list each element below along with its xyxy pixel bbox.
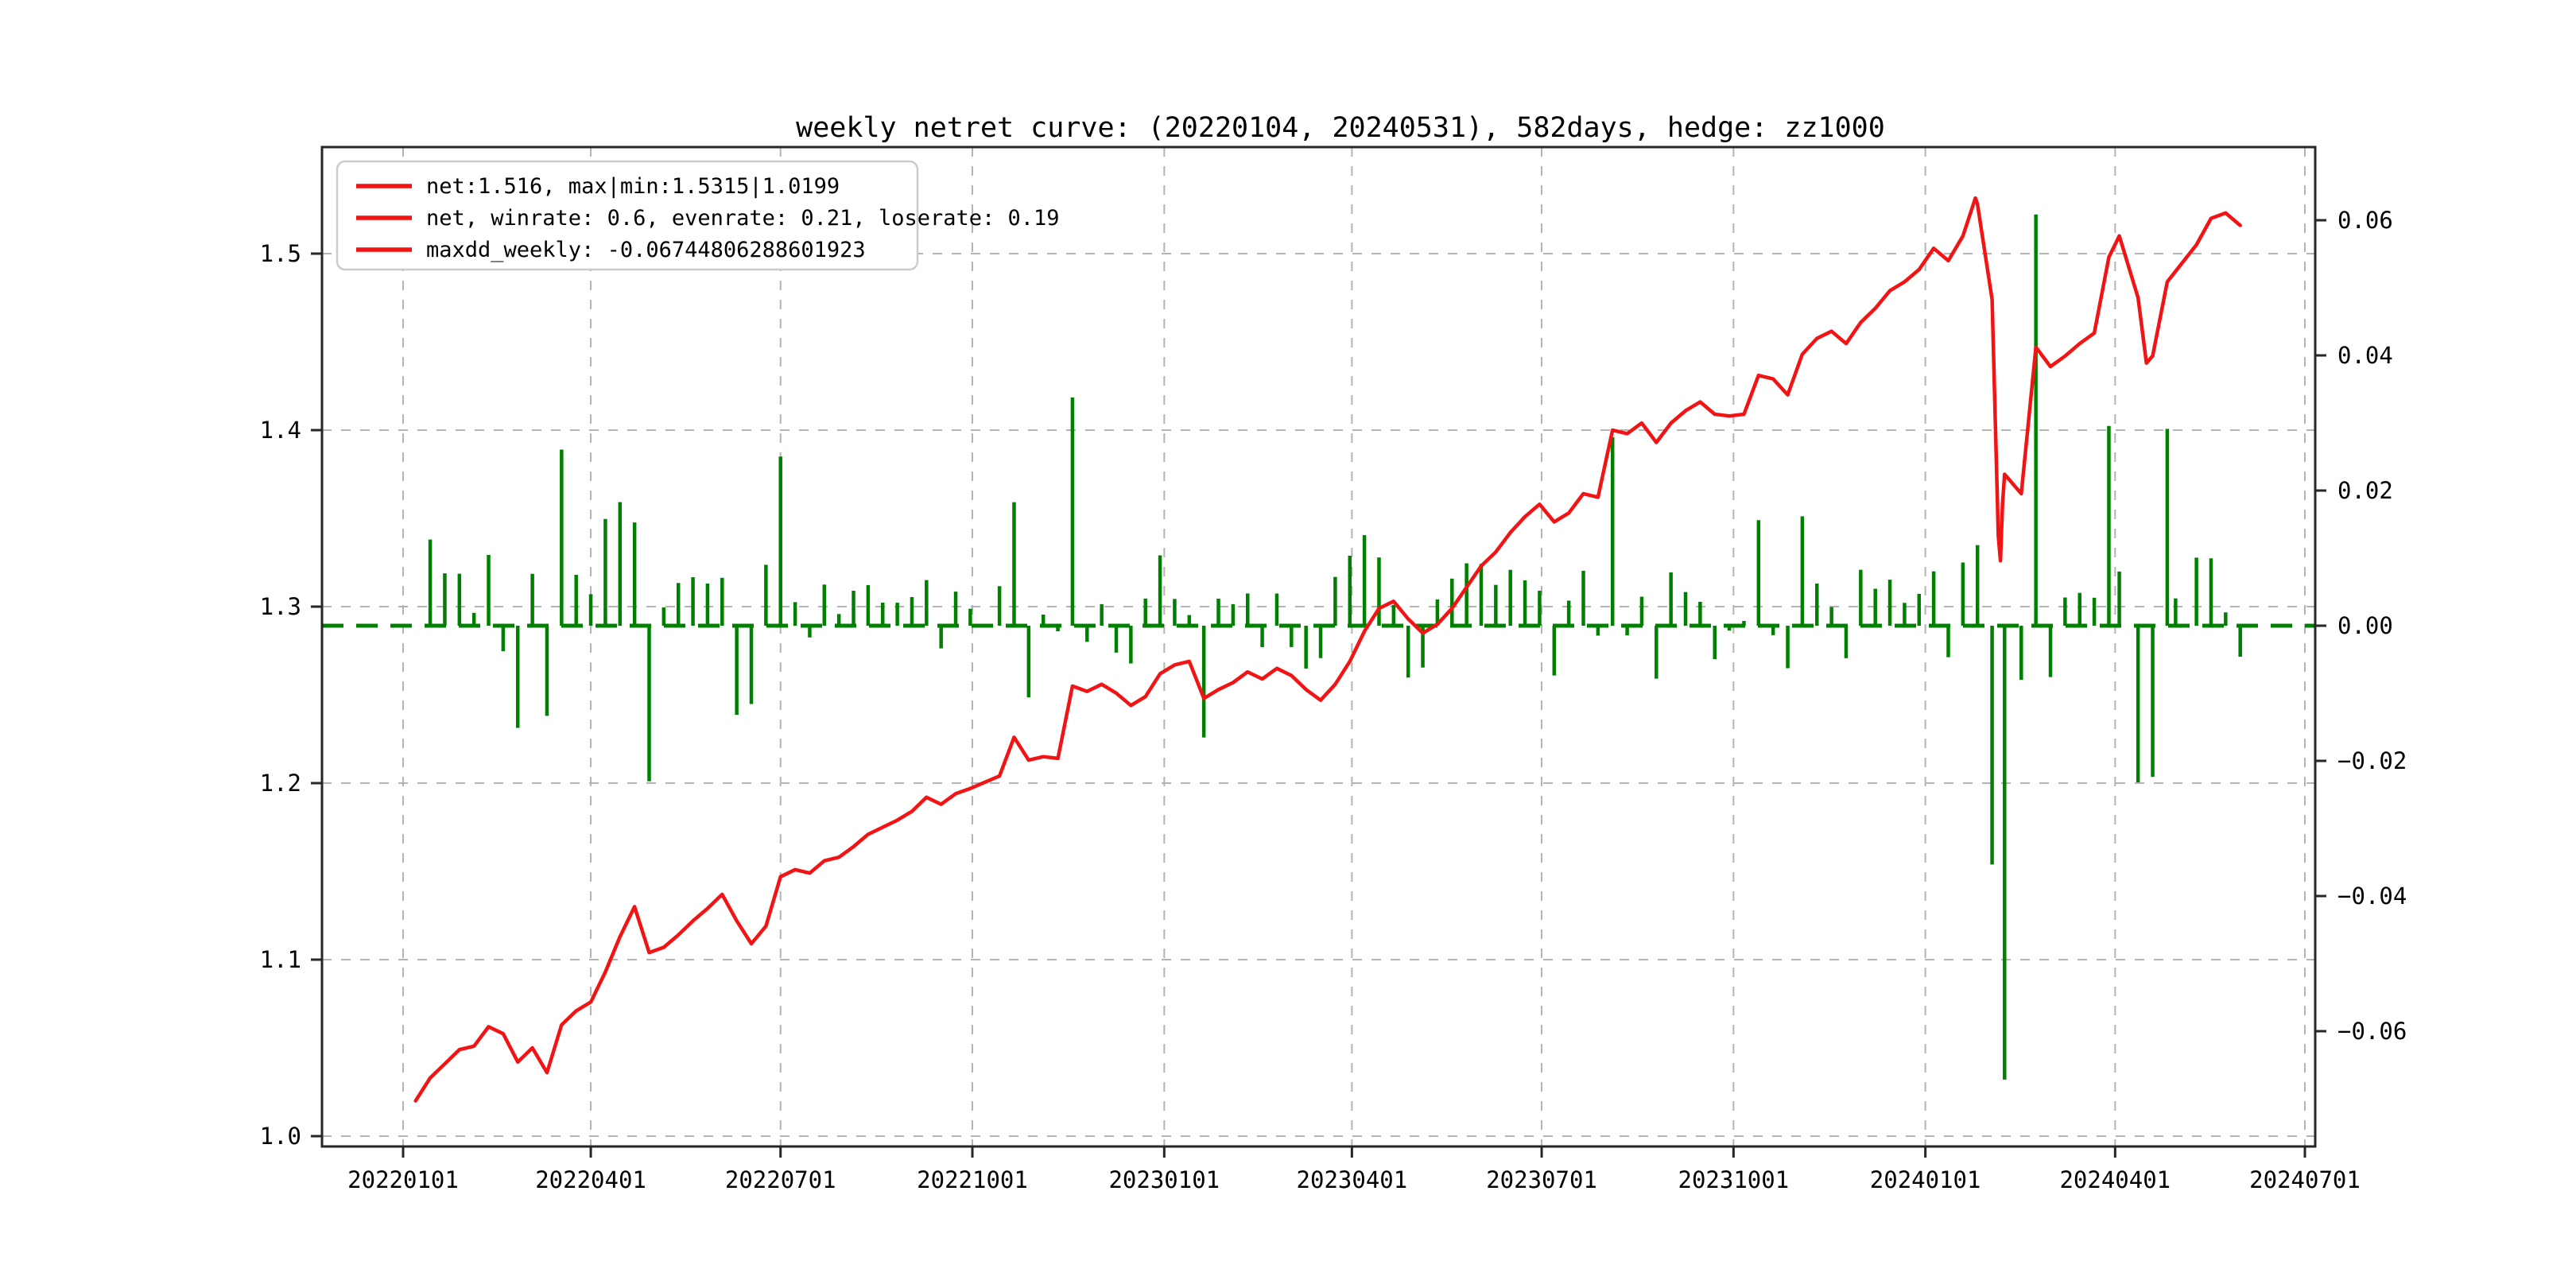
x-tick-label: 20240401 — [2059, 1166, 2171, 1193]
legend-label-net: net:1.516, max|min:1.5315|1.0199 — [426, 174, 840, 199]
right-tick-label: 0.00 — [2337, 612, 2393, 639]
right-tick-label: −0.06 — [2337, 1018, 2407, 1045]
x-tick-label: 20240101 — [1870, 1166, 1981, 1193]
chart-title: weekly netret curve: (20220104, 20240531… — [796, 112, 1885, 144]
left-tick-label: 1.4 — [260, 417, 301, 444]
left-tick-label: 1.0 — [260, 1123, 301, 1150]
x-tick-label: 20230101 — [1108, 1166, 1220, 1193]
x-tick-label: 20230401 — [1297, 1166, 1408, 1193]
right-tick-label: 0.04 — [2337, 342, 2393, 369]
net-curve-line — [413, 196, 2242, 1103]
legend: net:1.516, max|min:1.5315|1.0199 net, wi… — [336, 160, 1060, 271]
legend-label-maxdd: maxdd_weekly: -0.06744806288601923 — [426, 238, 866, 262]
x-tick-label: 20230701 — [1486, 1166, 1597, 1193]
right-tick-label: 0.02 — [2337, 477, 2393, 504]
plot-border — [320, 145, 2317, 1148]
x-tick-label: 20220701 — [725, 1166, 836, 1193]
left-tick-label: 1.1 — [260, 946, 301, 973]
x-axis-ticks: 20220101 20220401 20220701 20221001 20230101… — [347, 1146, 2361, 1193]
x-tick-label: 20231001 — [1678, 1166, 1790, 1193]
x-tick-label: 20221001 — [917, 1166, 1028, 1193]
chart-canvas: weekly netret curve: (20220104, 20240531… — [260, 112, 2407, 1193]
x-tick-label: 20220401 — [535, 1166, 646, 1193]
x-tick-label: 20220101 — [347, 1166, 459, 1193]
left-tick-label: 1.3 — [260, 593, 301, 620]
left-tick-label: 1.2 — [260, 770, 301, 797]
legend-label-winrate: net, winrate: 0.6, evenrate: 0.21, loser… — [426, 206, 1060, 231]
right-tick-label: −0.04 — [2337, 883, 2407, 910]
left-axis-ticks: 1.0 1.1 1.2 1.3 1.4 1.5 — [260, 240, 322, 1150]
right-tick-label: −0.02 — [2337, 747, 2407, 774]
weekly-return-bars — [428, 214, 2242, 1080]
left-tick-label: 1.5 — [260, 240, 301, 267]
weekly-netret-chart-figure: weekly netret curve: (20220104, 20240531… — [0, 0, 2576, 1288]
grid-lines — [322, 147, 2315, 1146]
x-tick-label: 20240701 — [2249, 1166, 2361, 1193]
right-axis-ticks: 0.06 0.04 0.02 0.00 −0.02 −0.04 −0.06 — [2315, 207, 2407, 1045]
right-tick-label: 0.06 — [2337, 207, 2393, 234]
net-curve — [413, 196, 2242, 1103]
